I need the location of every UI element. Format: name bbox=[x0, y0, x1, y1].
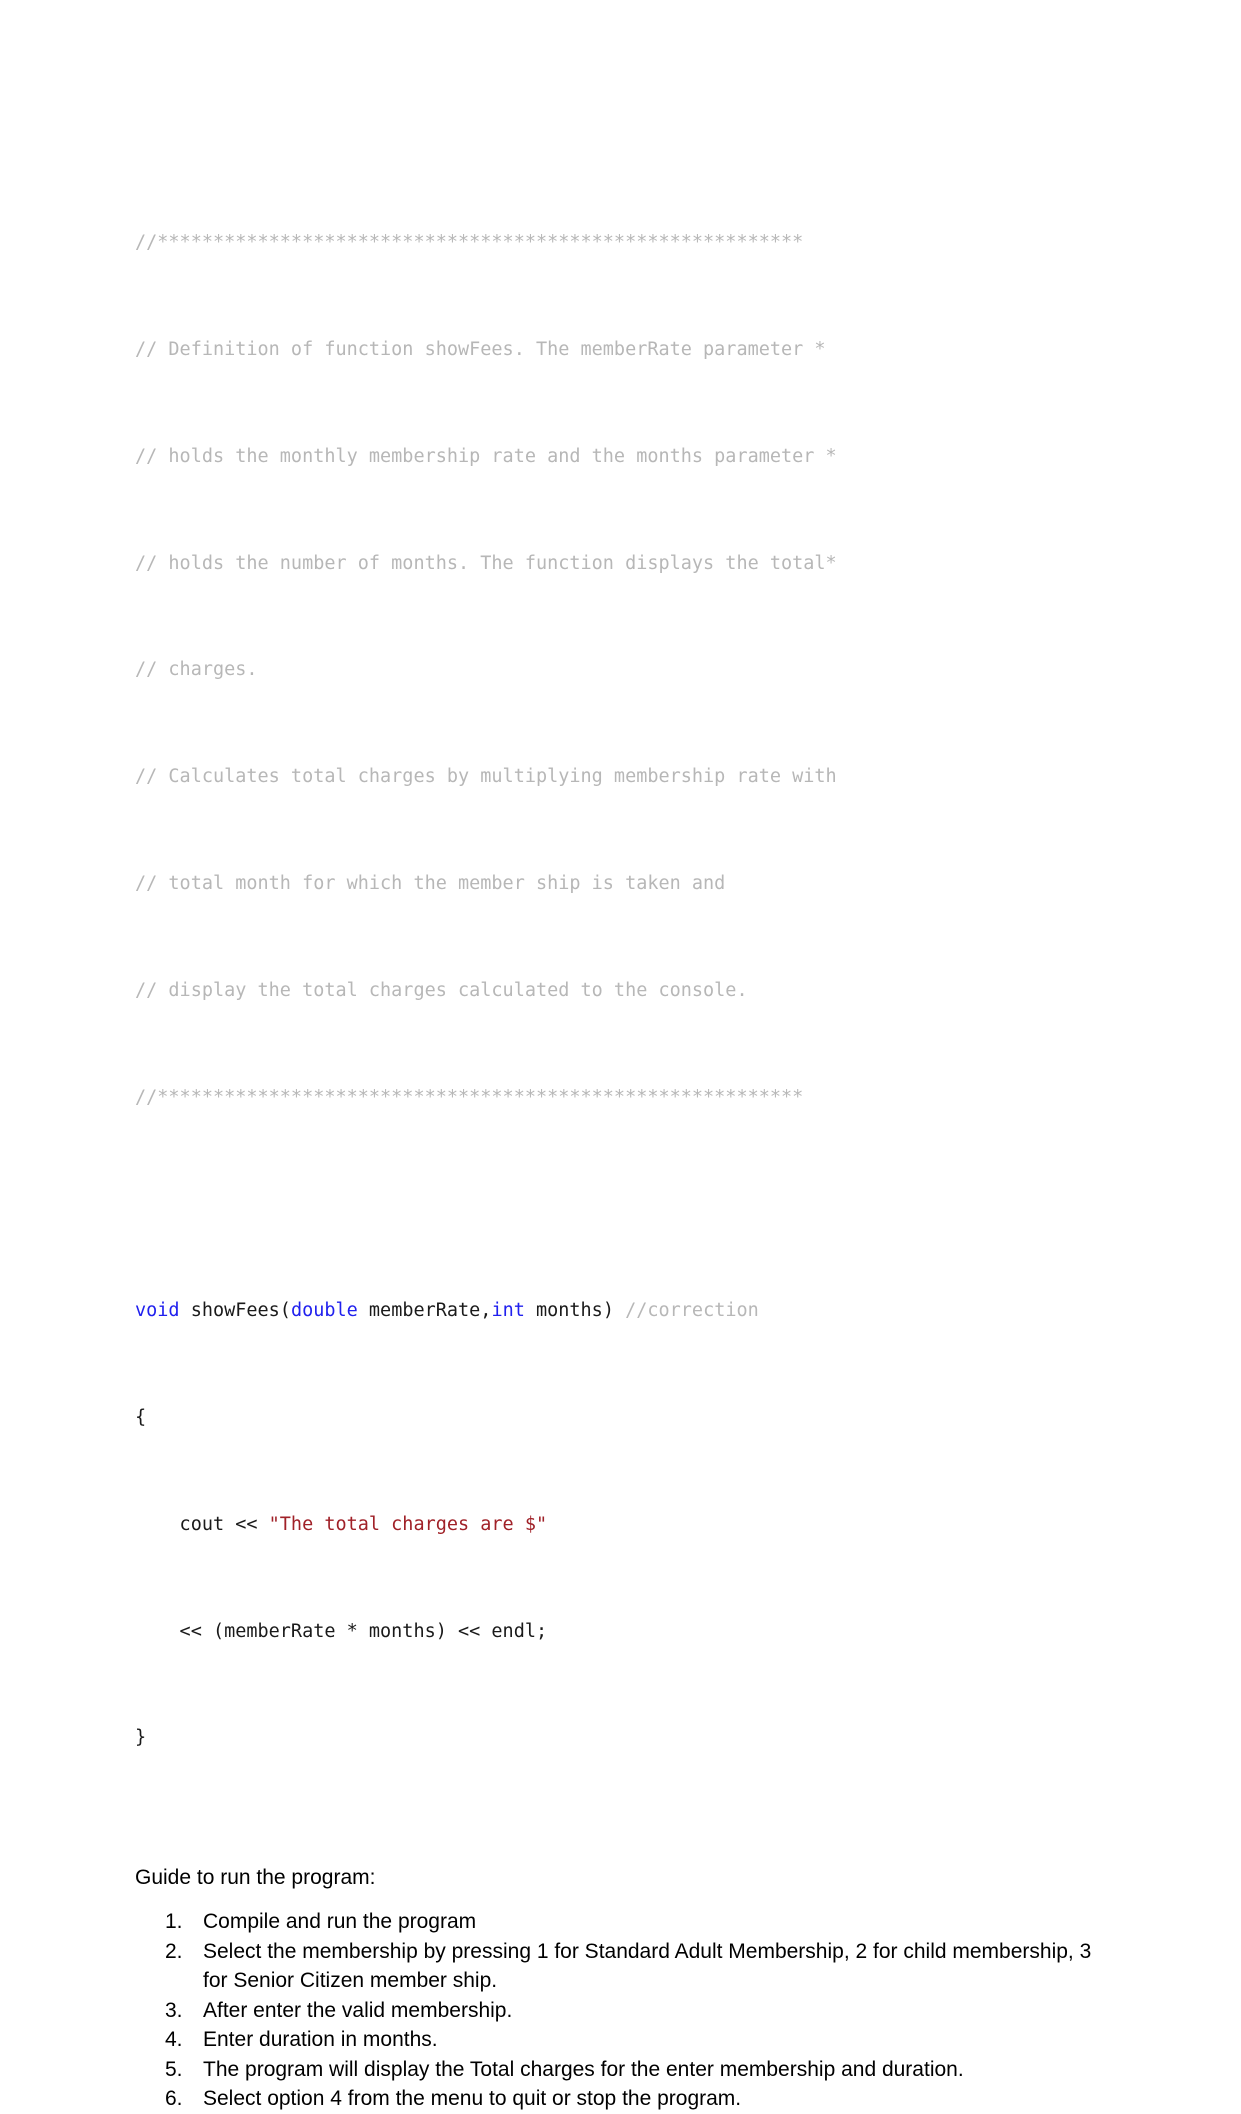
guide-heading: Guide to run the program: bbox=[135, 1866, 376, 1890]
list-item: 2. Select the membership by pressing 1 f… bbox=[135, 1937, 1115, 1996]
comment-text: // holds the monthly membership rate and… bbox=[135, 445, 837, 467]
list-item-text: The program will display the Total charg… bbox=[203, 2057, 964, 2081]
keyword-int: int bbox=[491, 1300, 525, 1322]
list-item: 6. Select option 4 from the menu to quit… bbox=[135, 2084, 1115, 2114]
code-comment-line-4: // charges. bbox=[135, 657, 1115, 684]
document-content: //**************************************… bbox=[135, 150, 1115, 2114]
comment-text: // total month for which the member ship… bbox=[135, 872, 726, 894]
list-marker: 3. bbox=[165, 1998, 183, 2022]
list-item: 1. Compile and run the program bbox=[135, 1907, 1115, 1937]
list-item-text: Compile and run the program bbox=[203, 1910, 477, 1934]
comment-text: //**************************************… bbox=[135, 1086, 804, 1108]
list-item-text: Select the membership by pressing 1 for … bbox=[203, 1939, 1092, 1993]
list-item-text: Select option 4 from the menu to quit or… bbox=[203, 2087, 742, 2111]
keyword-void: void bbox=[135, 1300, 180, 1322]
list-item-text: After enter the valid membership. bbox=[203, 1998, 513, 2022]
code-comment-line-3: // holds the number of months. The funct… bbox=[135, 551, 1115, 578]
code-open-brace: { bbox=[135, 1405, 1115, 1432]
code-comment-line-2: // holds the monthly membership rate and… bbox=[135, 444, 1115, 471]
comment-text: // display the total charges calculated … bbox=[135, 979, 748, 1001]
comment-text: // charges. bbox=[135, 659, 258, 681]
comment-text: // Definition of function showFees. The … bbox=[135, 338, 826, 360]
comment-text: //**************************************… bbox=[135, 232, 804, 254]
code-comment-line-1: // Definition of function showFees. The … bbox=[135, 337, 1115, 364]
list-item: 4. Enter duration in months. bbox=[135, 2025, 1115, 2055]
code-close-brace: } bbox=[135, 1725, 1115, 1752]
expression-text: << (memberRate * months) << endl; bbox=[135, 1620, 548, 1642]
string-literal: "The total charges are $" bbox=[268, 1513, 548, 1535]
list-marker: 6. bbox=[165, 2087, 183, 2111]
code-cout-line: cout << "The total charges are $" bbox=[135, 1512, 1115, 1539]
param-member-rate: memberRate, bbox=[357, 1300, 492, 1322]
brace-text: { bbox=[135, 1407, 147, 1429]
list-marker: 2. bbox=[165, 1939, 183, 1963]
code-comment-line-6: // total month for which the member ship… bbox=[135, 871, 1115, 898]
comment-text: // holds the number of months. The funct… bbox=[135, 552, 837, 574]
brace-text: } bbox=[135, 1727, 147, 1749]
document-page: //**************************************… bbox=[0, 0, 1241, 2110]
code-comment-banner-top: //**************************************… bbox=[135, 230, 1115, 257]
list-item: 5. The program will display the Total ch… bbox=[135, 2055, 1115, 2085]
comment-text: // Calculates total charges by multiplyi… bbox=[135, 766, 837, 788]
code-function-signature: void showFees(double memberRate,int mont… bbox=[135, 1298, 1115, 1325]
code-block: //**************************************… bbox=[135, 150, 1115, 1832]
inline-comment-correction: //correction bbox=[613, 1300, 759, 1322]
guide-steps-list: 1. Compile and run the program 2. Select… bbox=[135, 1907, 1115, 2114]
list-marker: 1. bbox=[165, 1910, 183, 1934]
keyword-double: double bbox=[290, 1300, 358, 1322]
list-item: 3. After enter the valid membership. bbox=[135, 1996, 1115, 2026]
param-months: months) bbox=[524, 1300, 614, 1322]
code-comment-line-7: // display the total charges calculated … bbox=[135, 978, 1115, 1005]
list-item-text: Enter duration in months. bbox=[203, 2028, 438, 2052]
function-name: showFees( bbox=[179, 1300, 291, 1322]
cout-statement: cout << bbox=[135, 1513, 269, 1535]
list-marker: 5. bbox=[165, 2057, 183, 2081]
code-comment-banner-bottom: //**************************************… bbox=[135, 1085, 1115, 1112]
code-expression-line: << (memberRate * months) << endl; bbox=[135, 1619, 1115, 1646]
code-comment-line-5: // Calculates total charges by multiplyi… bbox=[135, 764, 1115, 791]
list-marker: 4. bbox=[165, 2028, 183, 2052]
